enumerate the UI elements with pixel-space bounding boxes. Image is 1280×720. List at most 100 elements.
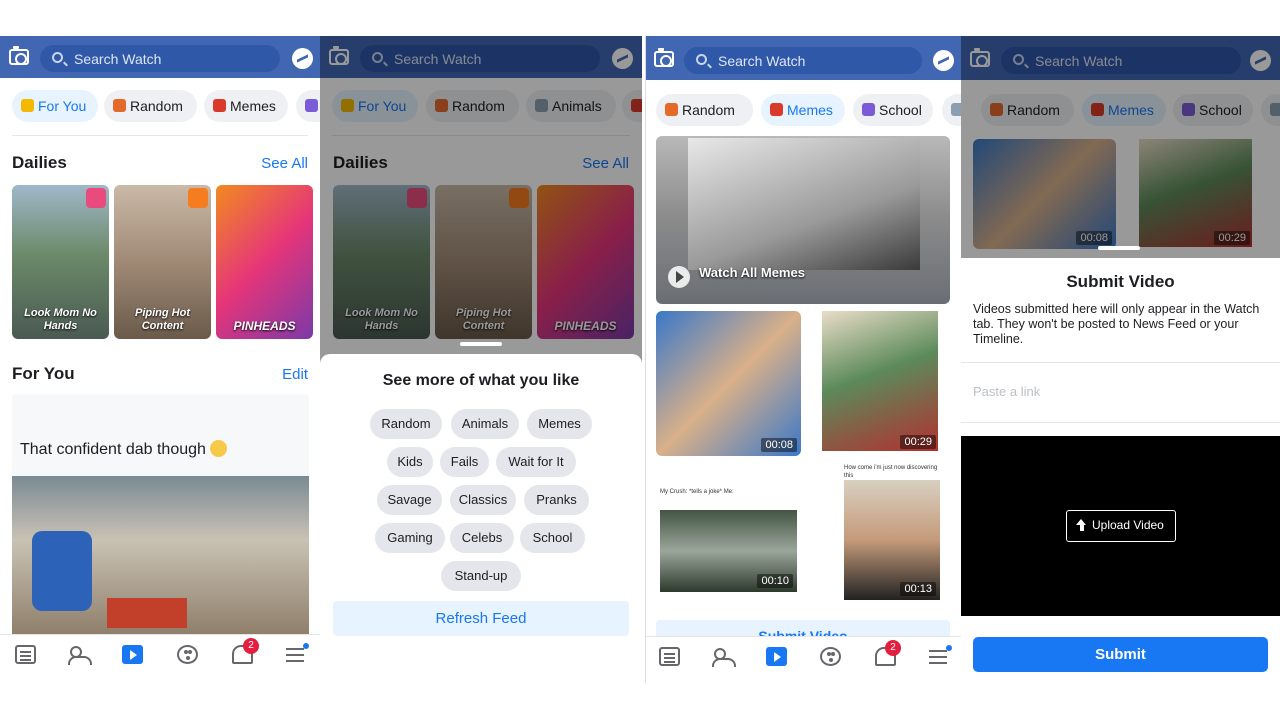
topic-chip[interactable]: School <box>520 523 585 553</box>
card-title: PINHEADS <box>233 319 296 333</box>
divider <box>12 135 308 136</box>
post-text: That confident dab though <box>20 440 227 459</box>
chip-for-you[interactable]: For You <box>12 90 98 122</box>
sheet-title: See more of what you like <box>382 372 580 389</box>
topic-chip[interactable]: Memes <box>527 409 592 439</box>
upload-label: Upload Video <box>1092 518 1164 532</box>
chip-label: Memes <box>230 98 276 114</box>
refresh-feed-button[interactable]: Refresh Feed <box>333 601 629 636</box>
topic-chip[interactable]: Celebs <box>450 523 514 553</box>
meme-thumbnail[interactable]: 00:29 <box>822 311 938 451</box>
chip-more[interactable] <box>296 90 320 122</box>
search-input[interactable]: Search Watch <box>40 45 280 72</box>
chip-random[interactable]: Random <box>104 90 197 122</box>
table-figure <box>107 598 187 628</box>
dailies-title: Dailies <box>12 153 67 172</box>
submit-video-sheet: Submit Video Videos submitted here will … <box>961 258 1280 683</box>
topic-picker-screen: Search Watch For You Random Animals Dail… <box>320 36 642 683</box>
video-thumbnail[interactable] <box>12 476 309 636</box>
search-placeholder: Search Watch <box>74 51 162 67</box>
duration-label: 00:10 <box>757 574 793 588</box>
watch-icon[interactable] <box>766 647 787 666</box>
chip-label: Random <box>682 102 735 118</box>
meme-thumbnail[interactable]: 00:13 <box>844 480 940 600</box>
topic-chip[interactable]: Stand-up <box>441 561 521 591</box>
news-feed-icon[interactable] <box>15 645 36 664</box>
top-bar: Search Watch <box>646 36 961 80</box>
topic-chip[interactable]: Wait for It <box>496 447 576 477</box>
friends-icon[interactable] <box>712 647 736 667</box>
messenger-icon[interactable] <box>933 50 954 71</box>
watch-home-screen: Search Watch For You Random Memes Dailie… <box>0 36 320 683</box>
notification-badge: 2 <box>885 640 901 656</box>
divider <box>961 422 1280 423</box>
duration-label: 00:29 <box>900 435 936 449</box>
camera-icon[interactable] <box>654 48 674 67</box>
sheet-drag-handle[interactable] <box>1098 246 1140 250</box>
duration-label: 00:13 <box>900 582 936 596</box>
video-preview-area: Upload Video <box>961 436 1280 616</box>
topic-chip[interactable]: Savage <box>377 485 442 515</box>
chip-memes[interactable]: Memes <box>204 90 288 122</box>
play-icon <box>668 266 690 288</box>
flame-badge-icon <box>188 188 208 208</box>
watch-all-memes-card[interactable]: Watch All Memes <box>656 136 950 304</box>
camera-icon[interactable] <box>9 46 29 65</box>
chip-label: For You <box>38 98 87 114</box>
submit-description: Videos submitted here will only appear i… <box>973 302 1260 346</box>
topic-chip[interactable]: Gaming <box>375 523 445 553</box>
topic-chip[interactable]: Fails <box>440 447 489 477</box>
card-title: Look Mom No Hands <box>24 307 97 332</box>
pepper-icon <box>213 99 226 112</box>
news-feed-icon[interactable] <box>659 647 680 666</box>
topic-chip[interactable]: Random <box>370 409 442 439</box>
post-header <box>12 394 309 476</box>
notification-badge: 2 <box>243 638 259 654</box>
duration-label: 00:08 <box>761 438 797 452</box>
meme-thumbnail[interactable]: 00:10 <box>660 510 797 592</box>
upload-video-button[interactable]: Upload Video <box>1066 510 1176 542</box>
chip-school[interactable]: School <box>853 94 933 126</box>
daily-card[interactable]: Piping Hot Content <box>114 185 211 339</box>
chip-random[interactable]: Random <box>656 94 753 126</box>
chip-label: School <box>879 102 922 118</box>
topic-chip[interactable]: Pranks <box>524 485 589 515</box>
search-icon <box>52 52 63 63</box>
upload-icon <box>1076 519 1087 531</box>
chip-more[interactable] <box>942 94 961 126</box>
menu-dot <box>303 643 309 649</box>
submit-button[interactable]: Submit <box>973 637 1268 672</box>
daily-card[interactable]: PINHEADS <box>216 185 313 339</box>
top-bar: Search Watch <box>0 36 320 78</box>
meme-thumbnail[interactable]: 00:08 <box>656 311 801 456</box>
groups-icon[interactable] <box>820 647 841 666</box>
chip-memes[interactable]: Memes <box>761 94 845 126</box>
messenger-icon[interactable] <box>292 48 313 69</box>
for-you-title: For You <box>12 364 75 383</box>
edit-link[interactable]: Edit <box>282 366 308 383</box>
search-icon <box>696 54 707 65</box>
dice-icon <box>665 103 678 116</box>
topic-chip[interactable]: Classics <box>450 485 516 515</box>
bottom-nav: 2 <box>646 636 961 676</box>
paste-link-input[interactable]: Paste a link <box>973 384 1040 399</box>
more-icon <box>951 103 961 116</box>
search-placeholder: Search Watch <box>718 53 806 69</box>
menu-dot <box>946 645 952 651</box>
search-input[interactable]: Search Watch <box>684 47 922 74</box>
topic-chip[interactable]: Kids <box>387 447 433 477</box>
meme-caption: My Crush: *tells a joke* Me: <box>660 489 734 495</box>
watch-icon[interactable] <box>122 645 143 664</box>
divider <box>961 362 1280 363</box>
submit-video-screen: Search Watch Random Memes School 00:08 0… <box>961 36 1280 683</box>
sheet-drag-handle[interactable] <box>460 342 502 346</box>
groups-icon[interactable] <box>177 645 198 664</box>
topic-chip[interactable]: Animals <box>451 409 519 439</box>
medal-icon <box>21 99 34 112</box>
chip-label: Random <box>130 98 183 114</box>
laughing-emoji-icon <box>209 440 227 457</box>
submit-title: Submit Video <box>1066 272 1175 291</box>
see-all-link[interactable]: See All <box>261 155 308 172</box>
daily-card[interactable]: Look Mom No Hands <box>12 185 109 339</box>
friends-icon[interactable] <box>68 645 92 665</box>
